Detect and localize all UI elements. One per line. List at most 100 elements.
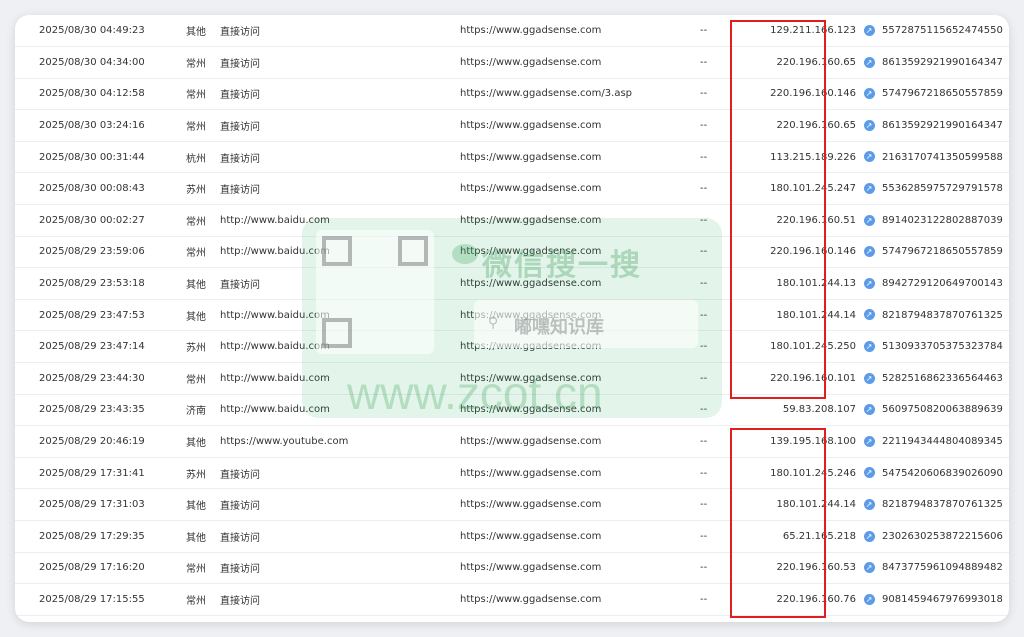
visitor-log-card: 2025/08/30 04:49:23 其他 直接访问 https://www.gga… <box>15 15 1009 622</box>
visit-page-link[interactable]: https://www.ggadsense.com <box>460 299 700 332</box>
visit-ip: 180.101.244.14 <box>764 488 856 521</box>
link-icon[interactable]: ↗ <box>863 593 875 605</box>
visit-page-link[interactable]: https://www.ggadsense.com <box>460 552 700 585</box>
visitor-id: 5130933705375323784 <box>882 330 1009 364</box>
ip-link-icon[interactable]: ↗ <box>856 520 882 553</box>
visit-ip: 129.211.166.123 <box>764 15 856 48</box>
visitor-id: 8942729120649700143 <box>882 267 1009 300</box>
visit-keyword: -- <box>700 488 764 521</box>
ip-link-icon[interactable]: ↗ <box>856 109 882 142</box>
visit-ip: 180.101.244.14 <box>764 299 856 332</box>
ip-link-icon[interactable]: ↗ <box>856 457 882 490</box>
visit-source[interactable]: https://www.youtube.com <box>220 425 460 458</box>
visit-location: 其他 <box>186 425 220 458</box>
ip-link-icon[interactable]: ↗ <box>856 46 882 79</box>
visit-source: 直接访问 <box>220 552 460 585</box>
visit-page-link[interactable]: https://www.ggadsense.com <box>460 172 700 206</box>
link-icon[interactable]: ↗ <box>863 277 875 289</box>
link-icon[interactable]: ↗ <box>863 24 875 36</box>
visit-page-link[interactable]: https://www.ggadsense.com <box>460 362 700 395</box>
link-icon[interactable]: ↗ <box>863 183 875 195</box>
visitor-id: 9081459467976993018 <box>882 583 1009 616</box>
link-icon[interactable]: ↗ <box>863 214 875 226</box>
visit-page-link[interactable]: https://www.ggadsense.com <box>460 520 700 553</box>
visit-page-link[interactable]: https://www.ggadsense.com <box>460 109 700 142</box>
ip-link-icon[interactable]: ↗ <box>856 583 882 616</box>
link-icon[interactable]: ↗ <box>863 435 875 447</box>
visitor-id: 8613592921990164347 <box>882 109 1009 142</box>
table-row: 2025/08/29 17:29:35 其他 直接访问 https://www.gga… <box>15 520 1009 553</box>
visit-source[interactable]: http://www.baidu.com <box>220 362 460 395</box>
visit-page-link[interactable]: https://www.ggadsense.com <box>460 46 700 79</box>
visit-source: 直接访问 <box>220 267 460 300</box>
table-row: 2025/08/29 17:15:55 常州 直接访问 https://www.gga… <box>15 583 1009 616</box>
visitor-id: 5536285975729791578 <box>882 172 1009 206</box>
visit-time: 2025/08/30 04:12:58 <box>15 78 186 111</box>
ip-link-icon[interactable]: ↗ <box>856 172 882 206</box>
link-icon[interactable]: ↗ <box>863 246 875 258</box>
visit-location: 其他 <box>186 488 220 521</box>
visit-page-link[interactable]: https://www.ggadsense.com <box>460 141 700 174</box>
visit-page-link[interactable]: https://www.ggadsense.com <box>460 330 700 364</box>
visit-time: 2025/08/29 23:44:30 <box>15 362 186 395</box>
visit-time: 2025/08/29 23:53:18 <box>15 267 186 300</box>
visit-page-link[interactable]: https://www.ggadsense.com/3.asp <box>460 78 700 111</box>
visit-ip: 220.196.160.51 <box>764 204 856 237</box>
visit-time: 2025/08/30 04:49:23 <box>15 15 186 48</box>
visit-page-link[interactable]: https://www.ggadsense.com <box>460 457 700 490</box>
link-icon[interactable]: ↗ <box>863 562 875 574</box>
visit-location: 苏州 <box>186 457 220 490</box>
ip-link-icon[interactable]: ↗ <box>856 267 882 300</box>
visit-keyword: -- <box>700 15 764 48</box>
table-row: 2025/08/29 20:46:19 其他 https://www.youtube… <box>15 425 1009 458</box>
ip-link-icon[interactable]: ↗ <box>856 141 882 174</box>
visit-keyword: -- <box>700 172 764 206</box>
link-icon[interactable]: ↗ <box>863 498 875 510</box>
visit-page-link[interactable]: https://www.ggadsense.com <box>460 236 700 269</box>
link-icon[interactable]: ↗ <box>863 467 875 479</box>
visit-keyword: -- <box>700 394 764 427</box>
visit-keyword: -- <box>700 299 764 332</box>
visit-ip: 113.215.189.226 <box>764 141 856 174</box>
link-icon[interactable]: ↗ <box>863 404 875 416</box>
visit-ip: 220.196.160.146 <box>764 78 856 111</box>
ip-link-icon[interactable]: ↗ <box>856 362 882 395</box>
visit-time: 2025/08/29 23:43:35 <box>15 394 186 427</box>
visit-source: 直接访问 <box>220 488 460 521</box>
visit-source[interactable]: http://www.baidu.com <box>220 204 460 237</box>
visit-source[interactable]: http://www.baidu.com <box>220 299 460 332</box>
ip-link-icon[interactable]: ↗ <box>856 425 882 458</box>
link-icon[interactable]: ↗ <box>863 340 875 352</box>
visit-source[interactable]: http://www.baidu.com <box>220 330 460 364</box>
ip-link-icon[interactable]: ↗ <box>856 15 882 48</box>
link-icon[interactable]: ↗ <box>863 56 875 68</box>
ip-link-icon[interactable]: ↗ <box>856 552 882 585</box>
link-icon[interactable]: ↗ <box>863 309 875 321</box>
ip-link-icon[interactable]: ↗ <box>856 299 882 332</box>
table-row: 2025/08/30 03:24:16 常州 直接访问 https://www.gga… <box>15 109 1009 142</box>
link-icon[interactable]: ↗ <box>863 530 875 542</box>
visit-source[interactable]: http://www.baidu.com <box>220 236 460 269</box>
visit-page-link[interactable]: https://www.ggadsense.com <box>460 267 700 300</box>
ip-link-icon[interactable]: ↗ <box>856 488 882 521</box>
visit-source[interactable]: http://www.baidu.com <box>220 394 460 427</box>
ip-link-icon[interactable]: ↗ <box>856 78 882 111</box>
visit-location: 苏州 <box>186 330 220 364</box>
visit-source: 直接访问 <box>220 172 460 206</box>
ip-link-icon[interactable]: ↗ <box>856 330 882 364</box>
visit-page-link[interactable]: https://www.ggadsense.com <box>460 394 700 427</box>
visitor-id: 5747967218650557859 <box>882 236 1009 269</box>
ip-link-icon[interactable]: ↗ <box>856 204 882 237</box>
visit-page-link[interactable]: https://www.ggadsense.com <box>460 425 700 458</box>
visit-page-link[interactable]: https://www.ggadsense.com <box>460 15 700 48</box>
table-row: 2025/08/29 23:53:18 其他 直接访问 https://www.gga… <box>15 267 1009 300</box>
link-icon[interactable]: ↗ <box>863 372 875 384</box>
link-icon[interactable]: ↗ <box>863 151 875 163</box>
visit-page-link[interactable]: https://www.ggadsense.com <box>460 488 700 521</box>
visit-page-link[interactable]: https://www.ggadsense.com <box>460 583 700 616</box>
link-icon[interactable]: ↗ <box>863 88 875 100</box>
ip-link-icon[interactable]: ↗ <box>856 236 882 269</box>
link-icon[interactable]: ↗ <box>863 119 875 131</box>
visit-page-link[interactable]: https://www.ggadsense.com <box>460 204 700 237</box>
ip-link-icon[interactable]: ↗ <box>856 394 882 427</box>
